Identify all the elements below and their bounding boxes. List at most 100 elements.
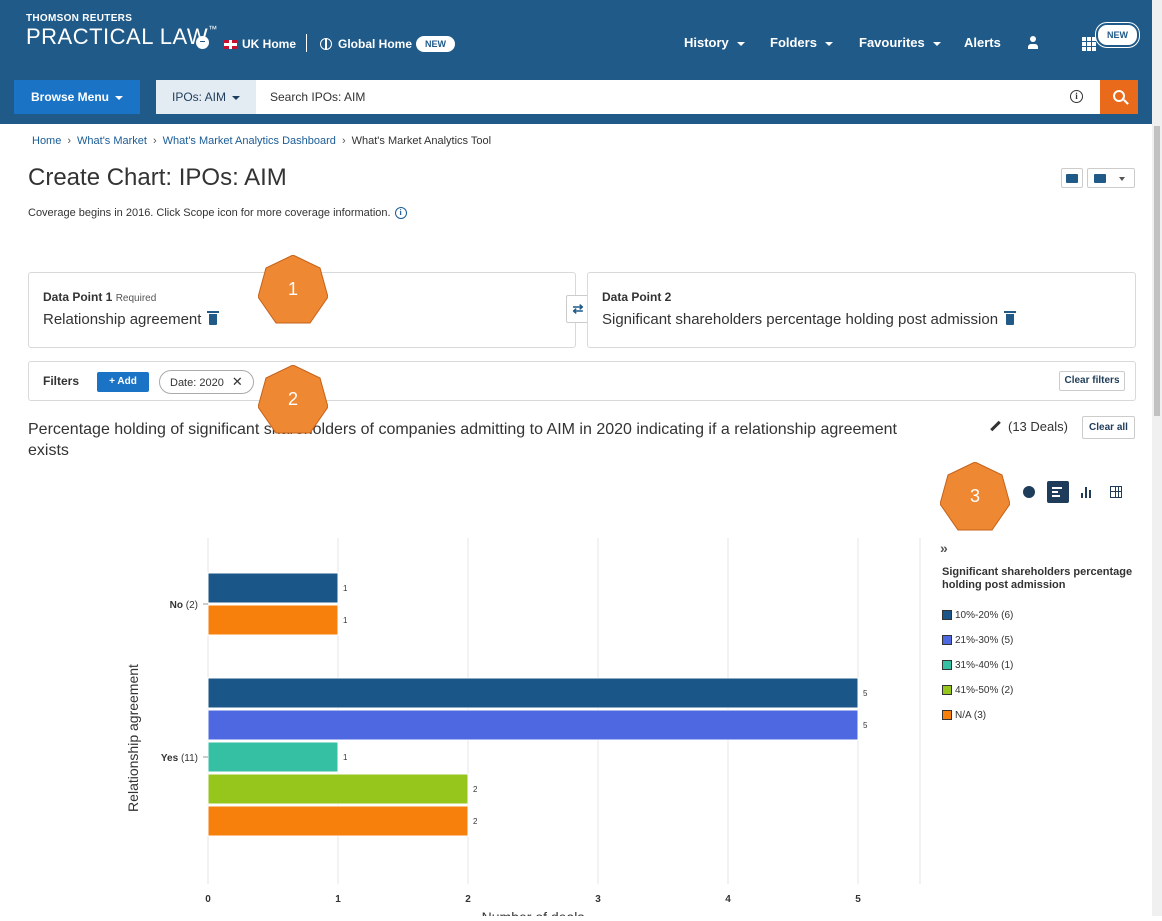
date-filter-chip[interactable]: Date: 2020 ✕ — [159, 370, 254, 394]
bar-value-label: 2 — [473, 817, 478, 826]
nav-alerts[interactable]: Alerts — [964, 35, 1001, 50]
add-filter-button[interactable]: + Add — [97, 372, 149, 392]
y-category-name: Yes — [161, 753, 181, 764]
user-icon[interactable] — [1028, 36, 1038, 50]
data-point-2-label: Data Point 2 — [602, 290, 672, 304]
legend-item[interactable]: 41%-50% (2) — [942, 685, 1013, 696]
nav-folders[interactable]: Folders — [770, 35, 833, 50]
annotation-marker-3: 3 — [939, 461, 1011, 532]
trash-icon[interactable] — [1004, 311, 1017, 325]
legend-swatch — [942, 660, 952, 671]
clear-all-button[interactable]: Clear all — [1082, 416, 1135, 439]
annotation-marker-2: 2 — [257, 364, 329, 435]
search-input[interactable] — [256, 80, 1100, 114]
legend-item[interactable]: 31%-40% (1) — [942, 660, 1013, 671]
data-point-2-card[interactable]: Data Point 2 Significant shareholders pe… — [587, 272, 1136, 348]
annotation-marker-1: 1 — [257, 254, 329, 325]
legend-title: Significant shareholders percentage hold… — [942, 566, 1133, 591]
scope-info-icon[interactable]: i — [394, 207, 407, 220]
app-header: THOMSON REUTERS PRACTICAL LAW™ – UK Home… — [0, 0, 1152, 124]
trash-icon[interactable] — [207, 311, 220, 325]
search-button[interactable] — [1100, 80, 1138, 114]
data-point-1-label: Data Point 1 — [43, 290, 113, 304]
brand-name: PRACTICAL LAW — [26, 24, 209, 49]
legend-item[interactable]: 21%-30% (5) — [942, 635, 1013, 646]
table-view-button[interactable] — [1105, 481, 1127, 503]
breadcrumb-whats-market[interactable]: What's Market — [77, 135, 147, 147]
bar — [207, 805, 469, 837]
chevron-down-icon — [232, 95, 240, 100]
legend-item[interactable]: N/A (3) — [942, 710, 986, 721]
coverage-text: Coverage begins in 2016. Click Scope ico… — [28, 207, 391, 219]
annotation-label: 1 — [287, 279, 298, 299]
bar — [207, 773, 469, 805]
bar — [207, 741, 339, 773]
annotation-label: 3 — [969, 486, 980, 506]
bar-value-label: 5 — [863, 689, 868, 698]
bar — [207, 677, 859, 709]
bar — [207, 604, 339, 636]
bar — [207, 709, 859, 741]
browse-menu-button[interactable]: Browse Menu — [14, 80, 140, 114]
nav-history[interactable]: History — [684, 35, 745, 50]
legend-label: N/A (3) — [955, 710, 987, 721]
data-point-2-value: Significant shareholders percentage hold… — [602, 311, 999, 328]
x-tick-label: 1 — [335, 894, 341, 905]
clear-filters-button[interactable]: Clear filters — [1059, 371, 1125, 391]
breadcrumb-current: What's Market Analytics Tool — [351, 135, 492, 147]
horizontal-bar-view-button[interactable] — [1047, 481, 1069, 503]
scrollbar-thumb[interactable] — [1154, 126, 1160, 416]
uk-home-link[interactable]: UK Home — [242, 37, 296, 51]
y-axis-label: Relationship agreement — [125, 664, 141, 812]
legend-swatch — [942, 710, 952, 721]
y-category-count: (2) — [186, 600, 198, 611]
y-category-label: No (2) — [170, 600, 198, 611]
uk-flag-icon — [224, 40, 237, 49]
data-point-2-value-row: Significant shareholders percentage hold… — [602, 311, 1017, 328]
edit-pencil-icon[interactable] — [989, 420, 1001, 432]
save-to-folder-button[interactable] — [1061, 168, 1083, 188]
email-dropdown-button[interactable] — [1087, 168, 1135, 188]
legend-swatch — [942, 635, 952, 646]
envelope-icon — [1094, 174, 1106, 183]
apps-grid-icon[interactable] — [1082, 37, 1096, 51]
breadcrumb-dashboard[interactable]: What's Market Analytics Dashboard — [163, 135, 336, 147]
nav-favourites[interactable]: Favourites — [859, 35, 941, 50]
breadcrumb-separator: › — [341, 135, 346, 147]
chevron-down-icon — [736, 41, 745, 46]
apps-new-badge: NEW — [1096, 23, 1139, 47]
bar-value-label: 1 — [343, 584, 348, 593]
legend-swatch — [942, 685, 952, 696]
brand-toggle-icon[interactable]: – — [196, 36, 209, 49]
legend-label: 31%-40% (1) — [955, 660, 1014, 671]
info-icon[interactable]: i — [1070, 90, 1083, 103]
data-point-1-value-row: Relationship agreement — [43, 311, 220, 328]
header-divider — [306, 34, 307, 52]
brand-small-label: THOMSON REUTERS — [26, 13, 133, 24]
legend-swatch — [942, 610, 952, 621]
search-scope-dropdown[interactable]: IPOs: AIM — [156, 80, 256, 114]
legend-item[interactable]: 10%-20% (6) — [942, 610, 1013, 621]
filters-label: Filters — [43, 374, 80, 388]
chevron-down-icon — [1119, 177, 1125, 181]
y-category-label: Yes (11) — [161, 753, 198, 764]
chart-area: 0 1 2 3 4 5 1 1 No (2) 5 5 1 2 2 Yes (11) Relationship … — [0, 520, 940, 921]
coverage-note: Coverage begins in 2016. Click Scope ico… — [28, 207, 407, 220]
bar-value-label: 1 — [343, 753, 348, 762]
breadcrumb-home[interactable]: Home — [32, 135, 61, 147]
nav-favourites-label: Favourites — [859, 35, 925, 50]
search-bar: Browse Menu IPOs: AIM i — [14, 80, 1138, 114]
chart-title: Percentage holding of significant shareh… — [28, 421, 897, 459]
required-tag: Required — [115, 293, 157, 304]
global-home-link[interactable]: Global Home — [338, 37, 412, 51]
close-icon[interactable]: ✕ — [232, 374, 243, 389]
legend-label: 21%-30% (5) — [955, 635, 1014, 646]
brand-logo[interactable]: PRACTICAL LAW™ — [26, 24, 218, 50]
breadcrumb-separator: › — [67, 135, 72, 147]
collapse-legend-icon[interactable]: » — [940, 540, 948, 556]
vertical-bar-view-button[interactable] — [1076, 481, 1098, 503]
pie-chart-view-button[interactable] — [1018, 481, 1040, 503]
nav-alerts-label: Alerts — [964, 35, 1001, 50]
data-point-1-heading: Data Point 1 Required — [43, 290, 156, 304]
global-home-new-badge: NEW — [416, 36, 455, 52]
